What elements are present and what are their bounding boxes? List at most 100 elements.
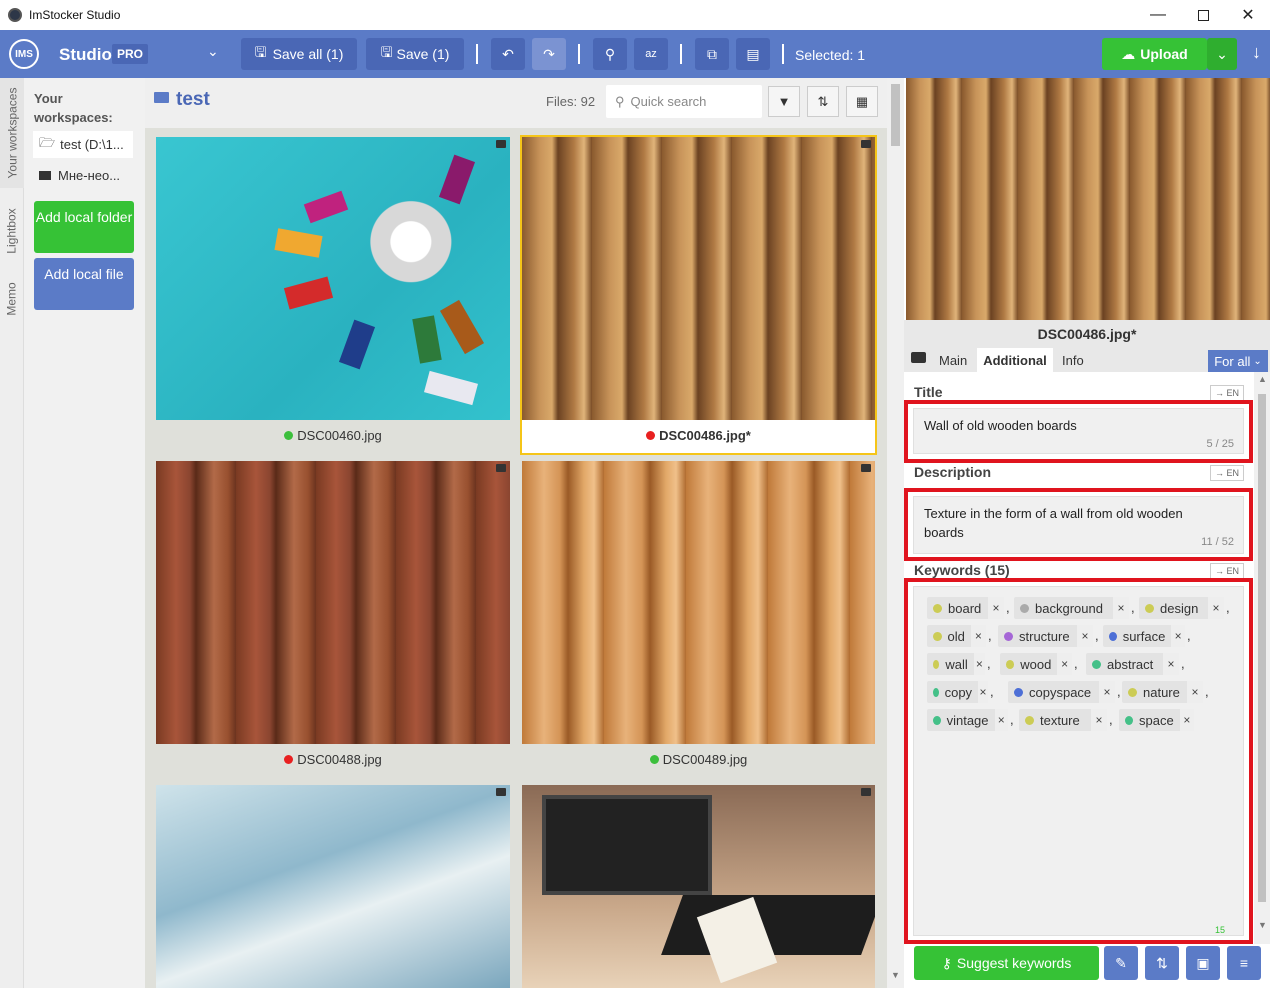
keyword-separator: , [1074,656,1078,671]
edit-button[interactable]: ✎ [1104,946,1138,980]
keyword-color-dot [933,659,940,669]
keyword-chip[interactable]: copy × [927,681,988,703]
quick-search-input[interactable]: ⚲ Quick search [606,85,762,118]
keyword-chip[interactable]: background × [1014,597,1129,619]
file-name: DSC00486.jpg* [659,427,751,443]
camera-icon[interactable] [911,352,926,363]
remove-keyword-icon[interactable]: × [1163,653,1179,675]
remove-keyword-icon[interactable]: × [970,625,986,647]
keyword-chip[interactable]: nature × [1122,681,1203,703]
sort-az-button[interactable]: az [634,38,668,70]
keyword-chip[interactable]: space × [1119,709,1194,731]
download-arrow-icon[interactable]: ↓ [1252,42,1261,63]
redo-button[interactable]: ↷ [532,38,566,70]
grid-view-button[interactable]: ▦ [846,86,878,117]
tab-lightbox[interactable]: Lightbox [0,196,24,266]
keyword-color-dot [933,687,939,697]
keyword-chip[interactable]: structure × [998,625,1093,647]
find-button[interactable]: ⚲ [593,38,627,70]
translate-en-button[interactable]: → EN [1210,385,1244,401]
keyword-chip[interactable]: board × [927,597,1004,619]
remove-keyword-icon[interactable]: × [978,681,988,703]
scrollbar-thumb[interactable] [1258,394,1266,902]
gallery-scrollbar[interactable]: ▼ [887,78,904,988]
remove-keyword-icon[interactable]: × [1171,625,1185,647]
tab-main[interactable]: Main [939,353,967,368]
scroll-up-icon[interactable]: ▲ [1258,374,1267,384]
remove-keyword-icon[interactable]: × [1113,597,1129,619]
thumbnail-image[interactable] [156,785,510,988]
workspace-item-test[interactable]: 🗁 test (D:\1... [33,131,133,158]
keyword-chip[interactable]: wall × [927,653,985,675]
add-local-file-button[interactable]: Add local file [34,258,134,310]
remove-keyword-icon[interactable]: × [988,597,1004,619]
tab-workspaces[interactable]: Your workspaces [0,78,24,188]
minimize-button[interactable]: — [1135,0,1181,30]
camera-icon [496,788,506,796]
remove-keyword-icon[interactable]: × [1099,681,1115,703]
tab-memo[interactable]: Memo [0,274,24,324]
tab-additional[interactable]: Additional [977,348,1053,372]
remove-keyword-icon[interactable]: × [1208,597,1224,619]
thumbnail-image[interactable] [522,137,875,420]
remove-keyword-icon[interactable]: × [1187,681,1203,703]
panel-scrollbar[interactable]: ▲ ▼ [1254,372,1270,944]
keywords-field[interactable]: 15 board ×, background ×, design ×, old ×, struc… [913,586,1244,936]
thumbnail-image[interactable] [156,137,510,420]
studio-label: Studio [59,45,112,64]
workspace-item-2[interactable]: Мне-нео... [33,162,133,189]
chevron-down-icon[interactable]: ⌄ [207,43,219,60]
remove-keyword-icon[interactable]: × [1057,653,1072,675]
keyword-chip[interactable]: surface × [1103,625,1185,647]
keyword-color-dot [1025,715,1034,725]
close-button[interactable]: ✕ [1225,0,1270,30]
status-dot [649,754,659,764]
thumbnail-image[interactable] [522,461,875,744]
keyword-chip[interactable]: copyspace × [1008,681,1115,703]
remove-keyword-icon[interactable]: × [1179,709,1194,731]
filter-button[interactable]: ▼ [768,86,800,117]
upload-label: Upload [1140,46,1188,62]
keyword-chip[interactable]: abstract × [1086,653,1179,675]
workspace-label: test (D:\1... [60,137,124,152]
upload-button[interactable]: ☁ Upload [1102,38,1207,70]
thumbnail-image[interactable] [156,461,510,744]
tab-info[interactable]: Info [1062,353,1084,368]
thumbnail-image[interactable] [522,785,875,988]
undo-button[interactable]: ↶ [491,38,525,70]
redo-icon: ↷ [543,45,555,62]
translate-en-button[interactable]: → EN [1210,563,1244,579]
maximize-button[interactable] [1180,0,1226,30]
keyword-chip[interactable]: wood × [1000,653,1072,675]
remove-keyword-icon[interactable]: × [1077,625,1093,647]
keyword-chip[interactable]: texture × [1019,709,1107,731]
translate-en-button[interactable]: → EN [1210,465,1244,481]
title-field[interactable]: Wall of old wooden boards 5 / 25 [913,408,1244,454]
remove-keyword-icon[interactable]: × [973,653,985,675]
remove-keyword-icon[interactable]: × [1091,709,1107,731]
save-button[interactable]: 🖫 Save (1) [366,38,464,70]
scrollbar-thumb[interactable] [891,84,900,146]
scroll-down-icon[interactable]: ▼ [891,970,900,980]
copy-button[interactable]: ⧉ [695,38,729,70]
keyword-chip[interactable]: design × [1139,597,1224,619]
paste-button[interactable]: ▤ [736,38,770,70]
save-all-button[interactable]: 🖫 Save all (1) [241,38,357,70]
upload-menu-button[interactable]: ⌄ [1207,38,1237,70]
for-all-dropdown[interactable]: For all ⌄ [1208,350,1268,372]
keyword-chip[interactable]: vintage × [927,709,1008,731]
filter-icon: ▼ [777,94,791,109]
scroll-down-icon[interactable]: ▼ [1258,920,1267,930]
sort-button[interactable]: ⇅ [807,86,839,117]
file-button[interactable]: ▣ [1186,946,1220,980]
description-field[interactable]: Texture in the form of a wall from old w… [913,496,1244,554]
menu-button[interactable]: ≡ [1227,946,1261,980]
keyword-chip[interactable]: old × [927,625,986,647]
suggest-keywords-button[interactable]: ⚷ Suggest keywords [914,946,1099,980]
folder-icon [39,171,51,180]
add-local-folder-button[interactable]: Add local folder [34,201,134,253]
keyword-color-dot [933,715,941,725]
remove-keyword-icon[interactable]: × [994,709,1008,731]
sort-keywords-button[interactable]: ⇅ [1145,946,1179,980]
keyword-color-dot [1014,687,1023,697]
